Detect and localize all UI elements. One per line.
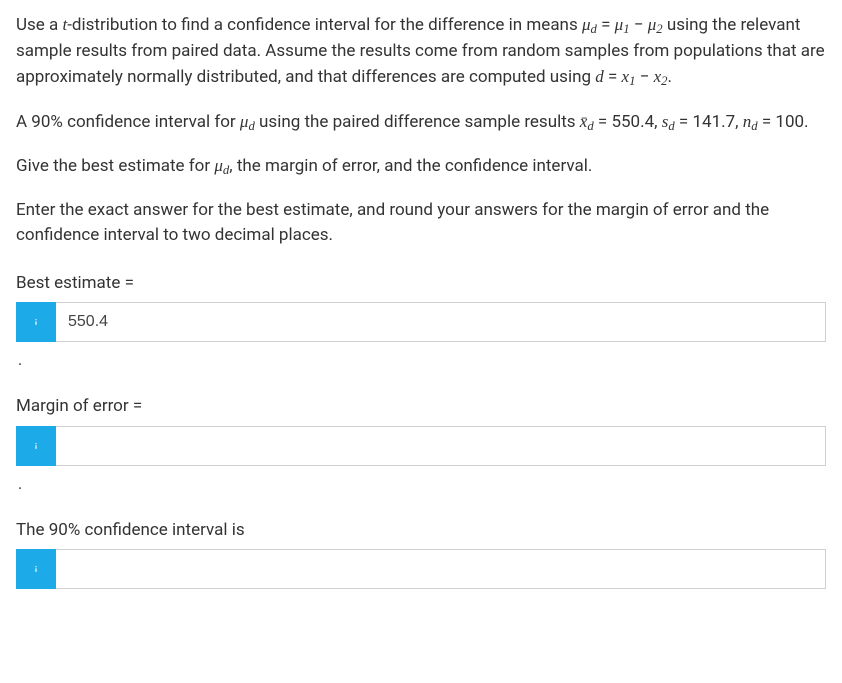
info-icon-button[interactable] (16, 426, 56, 466)
statement-paragraph: A 90% confidence interval for μd using t… (16, 109, 826, 136)
info-icon (29, 439, 43, 453)
margin-of-error-row (16, 426, 826, 466)
best-estimate-row (16, 302, 826, 342)
confidence-interval-lower-input[interactable] (56, 549, 826, 589)
best-estimate-input[interactable] (56, 302, 826, 342)
confidence-interval-row (16, 549, 826, 589)
confidence-interval-label: The 90% confidence interval is (16, 518, 826, 544)
info-icon-button[interactable] (16, 549, 56, 589)
margin-of-error-input[interactable] (56, 426, 826, 466)
info-icon-button[interactable] (16, 302, 56, 342)
period-text: . (18, 472, 826, 496)
ask-paragraph: Give the best estimate for μd, the margi… (16, 153, 826, 180)
info-icon (29, 562, 43, 576)
info-icon (29, 315, 43, 329)
intro-paragraph: Use a t-distribution to find a confidenc… (16, 12, 826, 91)
instructions-paragraph: Enter the exact answer for the best esti… (16, 198, 826, 249)
period-text: . (18, 348, 826, 372)
margin-of-error-label: Margin of error = (16, 394, 826, 420)
best-estimate-label: Best estimate = (16, 271, 826, 297)
